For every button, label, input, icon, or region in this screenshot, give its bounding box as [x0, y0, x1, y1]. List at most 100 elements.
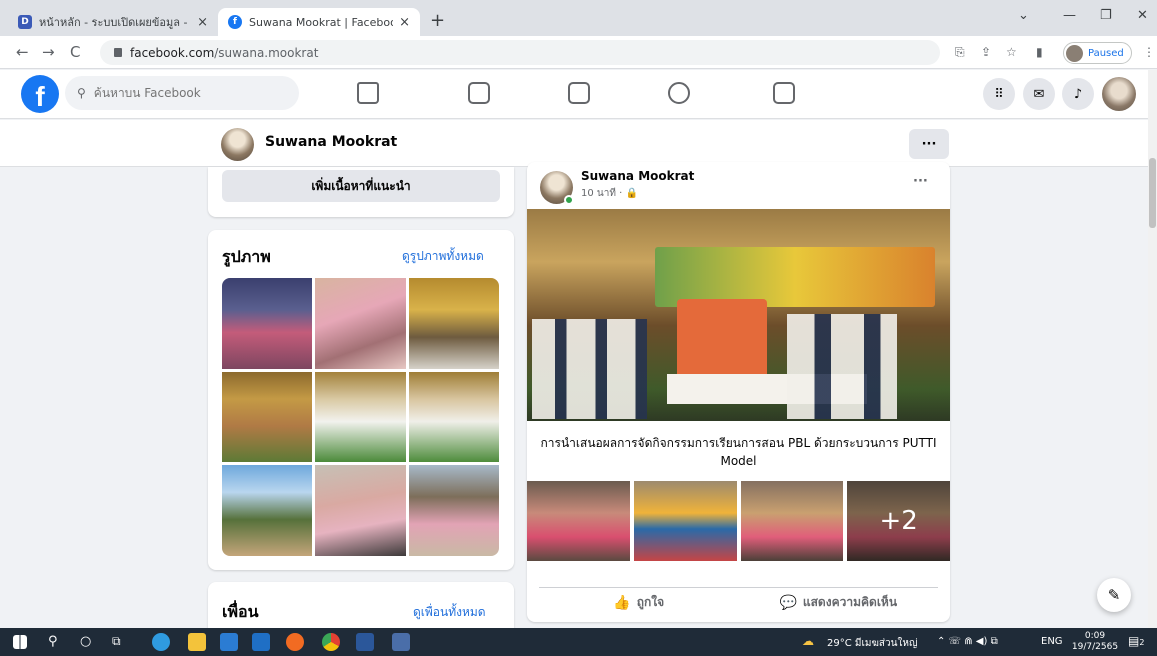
photo-thumbnail[interactable] — [408, 371, 499, 463]
browser-menu-icon[interactable]: ⋮ — [1143, 45, 1155, 59]
photo-thumbnail[interactable] — [408, 278, 499, 369]
tab-search-icon[interactable]: ⌄ — [1018, 8, 1029, 23]
students-left — [532, 319, 647, 419]
tab-title: Suwana Mookrat | Facebook — [249, 15, 394, 29]
close-window-icon[interactable]: ✕ — [1137, 8, 1148, 23]
notification-count: 2 — [1139, 638, 1145, 647]
file-explorer-icon[interactable] — [188, 633, 206, 651]
weather-text[interactable]: 29°C มีเมฆส่วนใหญ่ — [827, 636, 917, 651]
paint-icon[interactable] — [392, 633, 410, 651]
address-bar[interactable]: facebook.com/suwana.mookrat — [100, 40, 940, 65]
post-options-icon[interactable]: ··· — [913, 174, 928, 189]
post-main-photo[interactable] — [527, 209, 950, 421]
post-author-name[interactable]: Suwana Mookrat — [581, 169, 694, 183]
profile-button[interactable]: Paused — [1063, 42, 1132, 64]
mail-icon[interactable] — [252, 633, 270, 651]
scrollbar-thumb[interactable] — [1149, 158, 1156, 228]
notification-center-icon[interactable]: ▤2 — [1128, 634, 1144, 648]
minimize-icon[interactable]: — — [1063, 8, 1076, 23]
add-suggested-button[interactable]: เพิ่มเนื้อหาที่แนะนำ — [222, 170, 500, 202]
post-thumbnail[interactable] — [527, 481, 630, 561]
page-scrollbar[interactable] — [1148, 70, 1157, 628]
see-all-photos-link[interactable]: ดูรูปภาพทั้งหมด — [402, 247, 484, 266]
photo-thumbnail[interactable] — [315, 278, 406, 369]
task-view-icon[interactable]: ⧉ — [112, 634, 121, 649]
profile-avatar[interactable] — [221, 128, 254, 161]
bookmark-star-icon[interactable]: ☆ — [1006, 45, 1017, 59]
photo-thumbnail[interactable] — [315, 371, 406, 463]
weather-icon: ☁ — [802, 634, 814, 648]
tab-title: หน้าหลัก - ระบบเปิดเผยข้อมูล - DEEP — [39, 16, 191, 29]
side-panel-icon[interactable]: ▮ — [1036, 45, 1043, 59]
store-icon[interactable] — [220, 633, 238, 651]
share-icon[interactable]: ⇪ — [981, 45, 991, 59]
facebook-logo[interactable]: f — [21, 75, 59, 113]
tab-deep[interactable]: D หน้าหลัก - ระบบเปิดเผยข้อมูล - DEEP × — [8, 8, 218, 36]
clock-date: 19/7/2565 — [1071, 642, 1119, 652]
reload-icon[interactable]: C — [70, 43, 80, 61]
post-thumbnail[interactable] — [740, 481, 844, 561]
post-actions: 👍 ถูกใจ 💬 แสดงความคิดเห็น — [539, 587, 938, 617]
deep-favicon-icon: D — [18, 15, 32, 29]
chrome-icon[interactable] — [322, 633, 340, 651]
facebook-header: f ⚲ ⠿ ✉ ♪ — [0, 70, 1157, 119]
online-status-dot — [564, 195, 574, 205]
tab-facebook[interactable]: f Suwana Mookrat | Facebook × — [218, 8, 420, 36]
comment-button[interactable]: 💬 แสดงความคิดเห็น — [739, 588, 939, 617]
see-all-friends-link[interactable]: ดูเพื่อนทั้งหมด — [413, 603, 486, 622]
photo-thumbnail[interactable] — [408, 465, 499, 556]
back-icon[interactable]: ← — [16, 43, 29, 61]
like-button[interactable]: 👍 ถูกใจ — [539, 588, 739, 617]
friends-title: เพื่อน — [222, 602, 259, 621]
language-indicator[interactable]: ENG — [1041, 636, 1063, 647]
search-input[interactable] — [93, 86, 274, 100]
search-icon: ⚲ — [77, 86, 86, 100]
post-card: Suwana Mookrat 10 นาที · 🔒 ··· การนำเสนอ… — [527, 162, 950, 622]
more-photos-overlay[interactable]: +2 — [847, 481, 950, 561]
post-time[interactable]: 10 นาที · 🔒 — [581, 186, 638, 201]
system-tray-icons[interactable]: ⌃ ☏ ⋒ ◀) ⧉ — [937, 636, 998, 647]
close-tab-icon[interactable]: × — [399, 15, 410, 30]
post-caption: การนำเสนอผลการจัดกิจกรรมการเรียนการสอน P… — [540, 436, 937, 468]
forward-icon[interactable]: → — [42, 43, 55, 61]
home-icon[interactable] — [357, 82, 379, 104]
new-tab-button[interactable]: + — [430, 10, 445, 31]
close-tab-icon[interactable]: × — [197, 15, 208, 30]
photo-thumbnail[interactable] — [222, 371, 313, 463]
menu-grid-icon[interactable]: ⠿ — [983, 78, 1015, 110]
photo-thumbnail[interactable] — [222, 465, 313, 556]
watch-icon[interactable] — [468, 82, 490, 104]
photo-thumbnail[interactable] — [222, 278, 313, 369]
messenger-icon[interactable]: ✉ — [1023, 78, 1055, 110]
translate-icon[interactable]: ⎘ — [955, 45, 965, 60]
cortana-icon[interactable]: ○ — [80, 634, 91, 649]
profile-more-button[interactable]: ··· — [909, 129, 949, 159]
clock[interactable]: 0:09 19/7/2565 — [1070, 631, 1120, 653]
search-icon[interactable]: ⚲ — [48, 634, 58, 649]
post-photo-strip: +2 — [527, 481, 950, 561]
post-thumbnail[interactable]: +2 — [847, 481, 950, 561]
gaming-icon[interactable] — [773, 82, 795, 104]
browser-toolbar: ← → C facebook.com/suwana.mookrat ⎘ ⇪ ☆ … — [0, 36, 1157, 69]
word-icon[interactable] — [356, 633, 374, 651]
new-message-button[interactable]: ✎ — [1097, 578, 1131, 612]
photo-thumbnail[interactable] — [315, 465, 406, 556]
url-path: /suwana.mookrat — [214, 45, 319, 60]
windows-start-icon[interactable] — [13, 635, 27, 649]
notifications-icon[interactable]: ♪ — [1062, 78, 1094, 110]
account-avatar[interactable] — [1102, 77, 1136, 111]
clock-time: 0:09 — [1084, 631, 1106, 641]
photos-title: รูปภาพ — [222, 247, 271, 266]
firefox-icon[interactable] — [286, 633, 304, 651]
thumbs-up-icon: 👍 — [613, 594, 631, 611]
like-label: ถูกใจ — [636, 595, 665, 609]
post-thumbnail[interactable] — [633, 481, 737, 561]
profile-name[interactable]: Suwana Mookrat — [265, 134, 397, 150]
edge-icon[interactable] — [152, 633, 170, 651]
groups-icon[interactable] — [668, 82, 690, 104]
restore-icon[interactable]: ❐ — [1100, 8, 1112, 23]
profile-sticky-bar: Suwana Mookrat ··· — [0, 120, 1148, 167]
facebook-search[interactable]: ⚲ — [65, 76, 299, 110]
marketplace-icon[interactable] — [568, 82, 590, 104]
comment-icon: 💬 — [779, 594, 797, 611]
